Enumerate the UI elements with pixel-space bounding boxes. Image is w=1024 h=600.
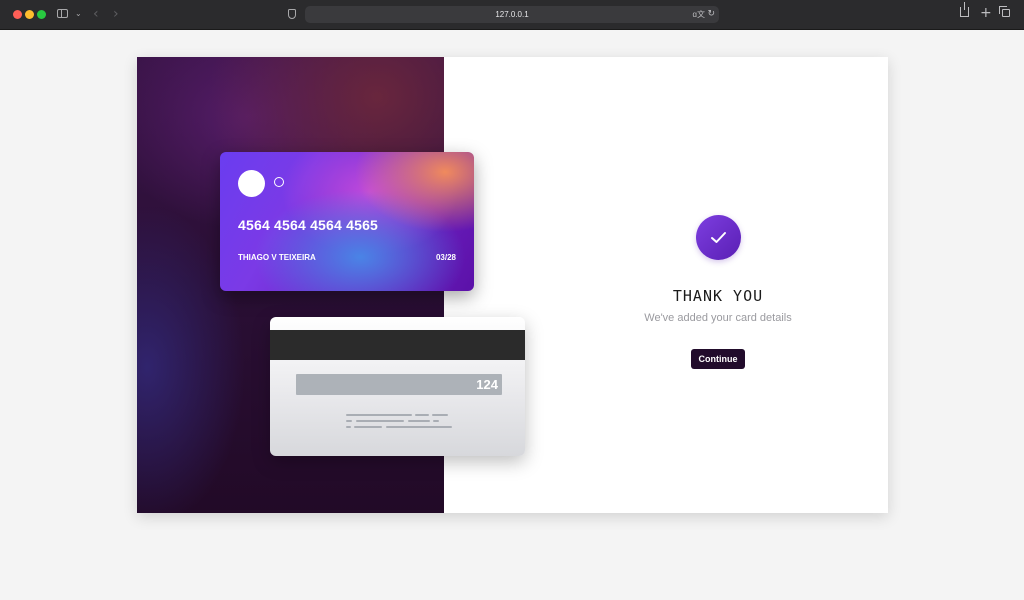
- url-text: 127.0.0.1: [495, 10, 529, 19]
- fine-print-line: [386, 426, 452, 428]
- fine-print-line: [415, 414, 429, 416]
- minimize-window-button[interactable]: [25, 10, 34, 19]
- magnetic-strip: [270, 330, 525, 360]
- thank-you-heading: THANK YOU: [672, 287, 764, 305]
- card-logo-ring-icon: [274, 177, 284, 187]
- fine-print-line: [346, 414, 412, 416]
- reload-icon[interactable]: ↻: [707, 8, 715, 20]
- shield-icon[interactable]: [288, 9, 296, 19]
- fine-print-line: [356, 420, 404, 422]
- address-bar[interactable]: 127.0.0.1 ɑ文 ↻: [305, 6, 719, 23]
- forward-arrow-icon[interactable]: ›: [113, 6, 119, 22]
- fine-print-line: [433, 420, 439, 422]
- sidebar-icon[interactable]: [57, 9, 68, 18]
- share-icon[interactable]: [960, 2, 969, 17]
- card-back: 124: [270, 317, 525, 456]
- new-tab-icon[interactable]: +: [980, 5, 992, 21]
- fine-print-line: [432, 414, 448, 416]
- success-check-icon: [696, 215, 741, 260]
- card-cvc: 124: [476, 377, 498, 392]
- chevron-down-icon[interactable]: ⌄: [75, 9, 82, 19]
- tabs-overview-icon[interactable]: [999, 6, 1010, 17]
- close-window-button[interactable]: [13, 10, 22, 19]
- back-arrow-icon[interactable]: ‹: [93, 6, 99, 22]
- signature-panel: 124: [296, 374, 502, 395]
- zoom-window-button[interactable]: [37, 10, 46, 19]
- confirmation-message: We've added your card details: [644, 312, 792, 324]
- continue-button[interactable]: Continue: [691, 349, 745, 369]
- card-expiry: 03/28: [435, 253, 456, 262]
- card-logo-circle-icon: [238, 170, 265, 197]
- fine-print-line: [408, 420, 430, 422]
- translate-icon[interactable]: ɑ文: [693, 9, 705, 20]
- fine-print-line: [354, 426, 382, 428]
- fine-print-line: [346, 420, 352, 422]
- card-front: 4564 4564 4564 4565 THIAGO V TEIXEIRA 03…: [220, 152, 474, 291]
- card-number: 4564 4564 4564 4565: [238, 217, 379, 233]
- fine-print-line: [346, 426, 351, 428]
- browser-toolbar: ⌄ ‹ › 127.0.0.1 ɑ文 ↻ +: [0, 0, 1024, 30]
- cardholder-name: THIAGO V TEIXEIRA: [238, 253, 316, 262]
